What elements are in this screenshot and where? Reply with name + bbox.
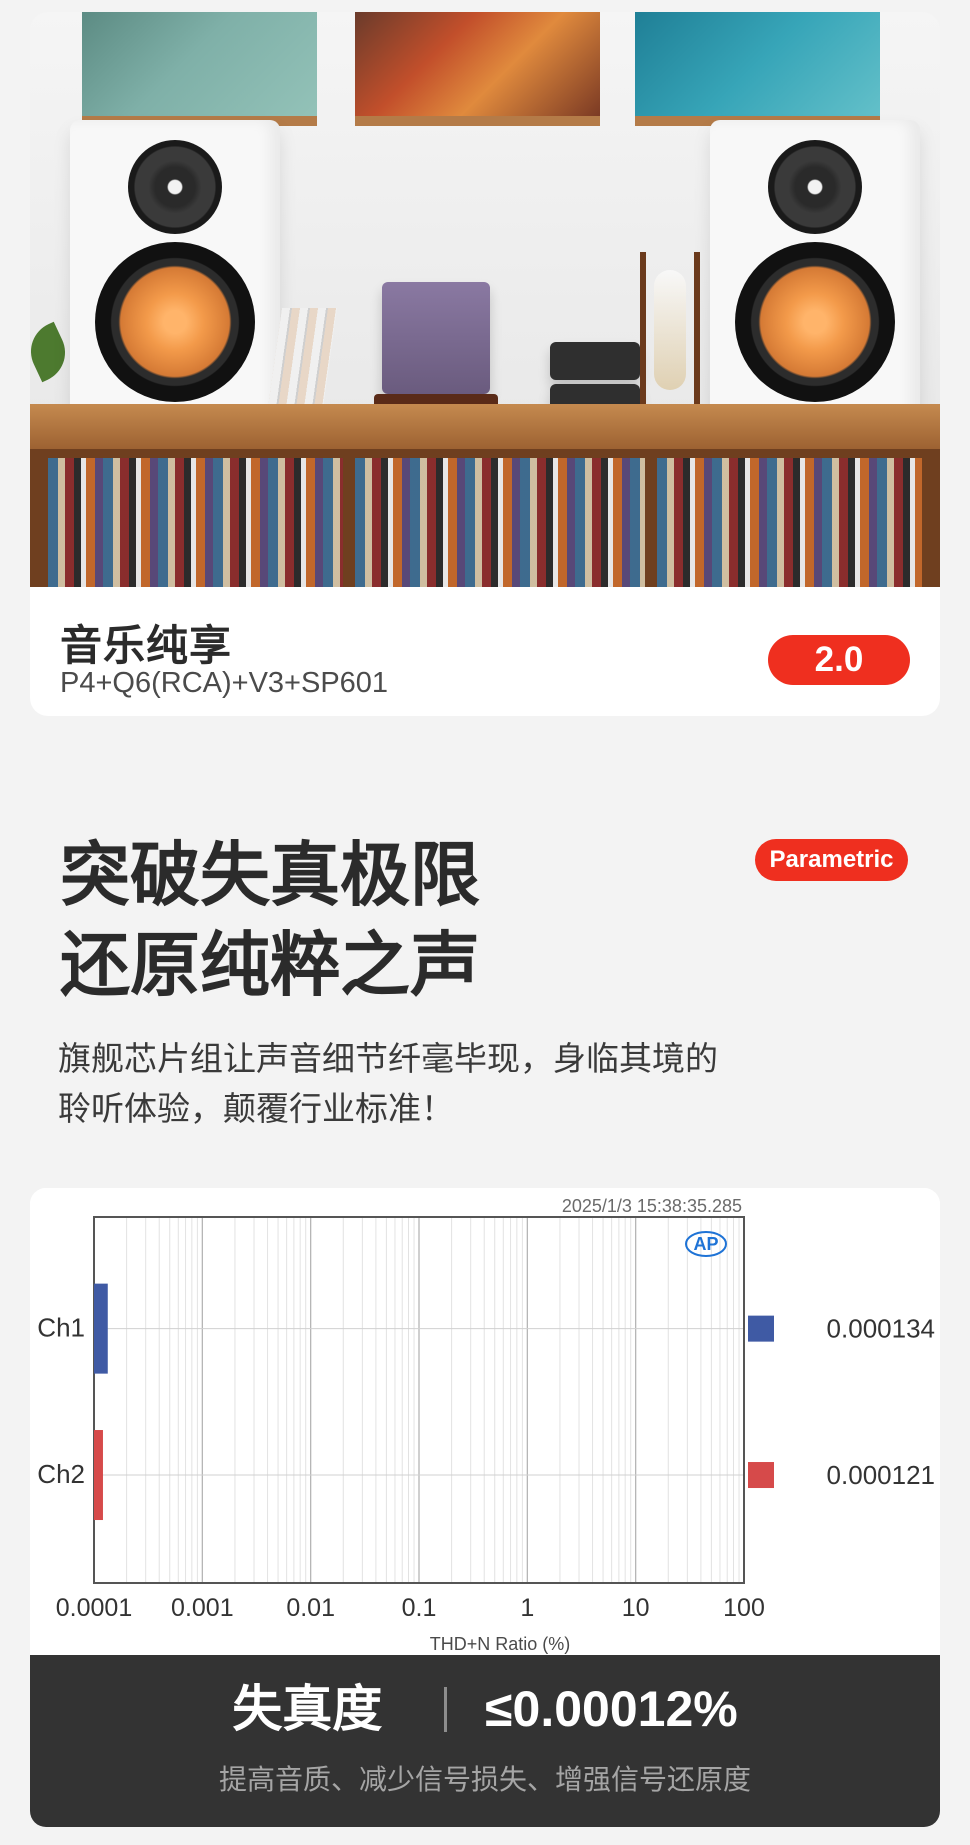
shelf-top [30, 404, 940, 449]
x-tick-label: 1 [520, 1594, 534, 1622]
speaker-left-tweeter [128, 140, 222, 234]
bar-ch1 [94, 1283, 108, 1374]
ap-logo-text: AP [693, 1234, 718, 1254]
legend-swatch-ch2 [748, 1462, 774, 1489]
poster-left [82, 12, 317, 126]
x-tick-label: 100 [723, 1594, 765, 1622]
x-tick-label: 0.1 [402, 1594, 437, 1622]
summary-value: ≤0.00012% [485, 1681, 738, 1737]
parametric-tag: Parametric [755, 839, 908, 881]
speaker-right-woofer [735, 242, 895, 402]
speaker-right-tweeter [768, 140, 862, 234]
product-card: 音乐纯享 P4+Q6(RCA)+V3+SP601 2.0 [30, 12, 940, 716]
speaker-right [710, 120, 920, 425]
thdn-chart-card: 2025/1/3 15:38:35.285 AP Ch1 0.000134 Ch2 0… [30, 1188, 940, 1827]
record-bay-1 [48, 458, 343, 587]
thdn-chart: 2025/1/3 15:38:35.285 AP Ch1 0.000134 Ch2 0… [30, 1188, 940, 1658]
chart-background [30, 1188, 940, 1658]
section-description: 旗舰芯片组让声音细节纤毫毕现，身临其境的 聆听体验，颠覆行业标准！ [58, 1034, 818, 1134]
headline-line-2: 还原纯粹之声 [60, 926, 480, 1004]
product-title: 音乐纯享 [60, 622, 233, 669]
chart-timestamp: 2025/1/3 15:38:35.285 [562, 1196, 742, 1216]
channel-badge: 2.0 [768, 635, 910, 685]
record-spines-1 [48, 458, 343, 587]
hourglass [640, 252, 700, 412]
value-label-ch2: 0.000121 [827, 1460, 935, 1490]
bar-ch2 [94, 1430, 103, 1521]
description-line-1: 旗舰芯片组让声音细节纤毫毕现，身临其境的 [58, 1040, 718, 1077]
record-spines-2 [355, 458, 645, 587]
poster-center [355, 12, 600, 126]
x-axis-label: THD+N Ratio (%) [430, 1634, 571, 1654]
speaker-left-woofer [95, 242, 255, 402]
headline-line-1: 突破失真极限 [60, 836, 480, 914]
value-label-ch1: 0.000134 [827, 1314, 935, 1344]
amplifier-top [550, 342, 640, 380]
speaker-left [70, 120, 280, 425]
legend-swatch-ch1 [748, 1315, 774, 1342]
summary-divider [444, 1687, 448, 1733]
distortion-summary: 失真度 ≤0.00012% 提高音质、减少信号损失、增强信号还原度 [30, 1655, 940, 1827]
product-subtitle: P4+Q6(RCA)+V3+SP601 [60, 667, 389, 699]
turntable [374, 282, 498, 410]
section-headline: 突破失真极限 还原纯粹之声 [60, 830, 480, 1010]
x-tick-label: 0.0001 [56, 1594, 132, 1622]
x-tick-label: 0.001 [171, 1594, 234, 1622]
summary-note: 提高音质、减少信号损失、增强信号还原度 [218, 1764, 751, 1795]
category-label-ch2: Ch2 [37, 1459, 85, 1489]
summary-label: 失真度 [232, 1681, 383, 1737]
summary-title: 失真度 ≤0.00012% [30, 1655, 940, 1763]
record-spines-3 [657, 458, 922, 587]
poster-right [635, 12, 880, 126]
description-line-2: 聆听体验，颠覆行业标准！ [58, 1090, 454, 1127]
product-photo [30, 12, 940, 587]
category-label-ch1: Ch1 [37, 1313, 85, 1343]
x-tick-label: 0.01 [286, 1594, 335, 1622]
record-bay-2 [355, 458, 645, 587]
x-tick-label: 10 [622, 1594, 650, 1622]
record-bay-3 [657, 458, 922, 587]
